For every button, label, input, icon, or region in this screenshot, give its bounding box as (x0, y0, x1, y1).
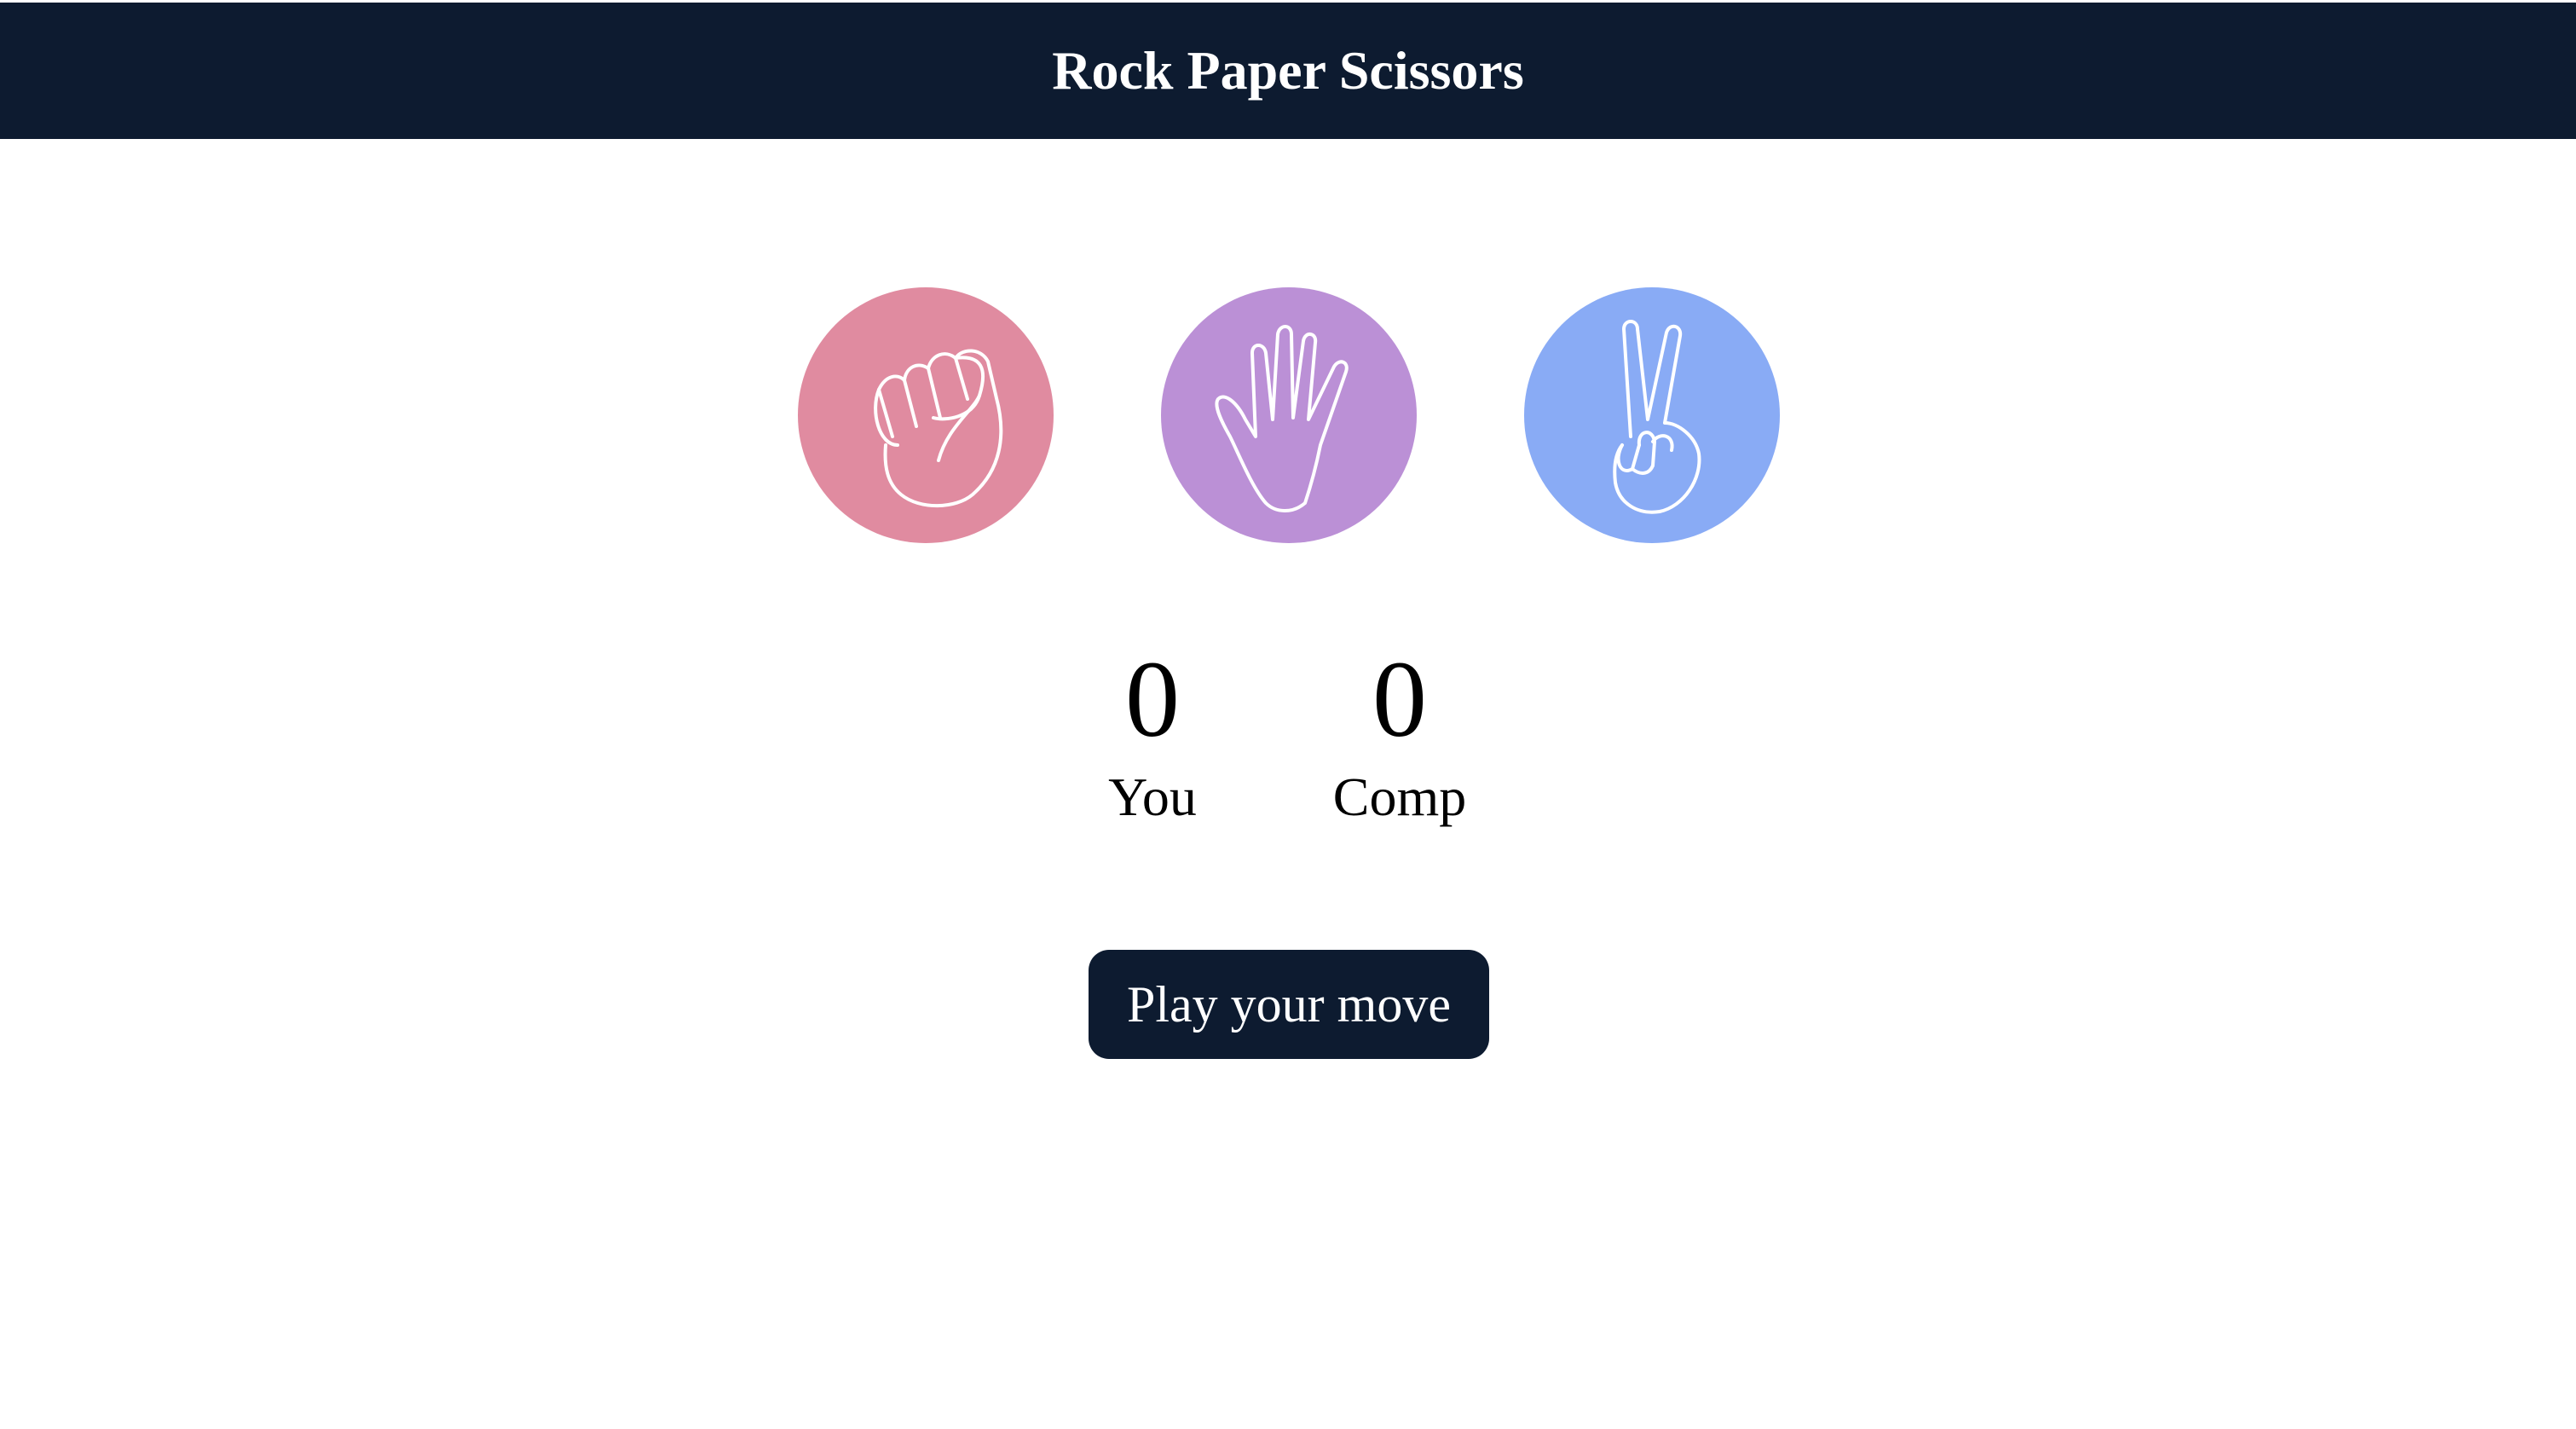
comp-score-label: Comp (1332, 767, 1467, 827)
peace-hand-icon (1613, 320, 1701, 514)
fist-icon (874, 349, 1003, 508)
user-score-value: 0 (1125, 639, 1180, 760)
rock-choice[interactable] (798, 287, 1054, 543)
scissors-choice[interactable] (1524, 287, 1780, 543)
user-score-label: You (1108, 767, 1197, 827)
page-header: Rock Paper Scissors (0, 3, 2576, 139)
comp-score: 0 Comp (1297, 635, 1502, 831)
message-box: Play your move (1089, 950, 1489, 1059)
comp-score-value: 0 (1372, 639, 1427, 760)
page-title: Rock Paper Scissors (1052, 40, 1524, 101)
user-score: 0 You (1050, 635, 1255, 831)
paper-choice[interactable] (1161, 287, 1417, 543)
open-hand-icon (1215, 325, 1349, 512)
